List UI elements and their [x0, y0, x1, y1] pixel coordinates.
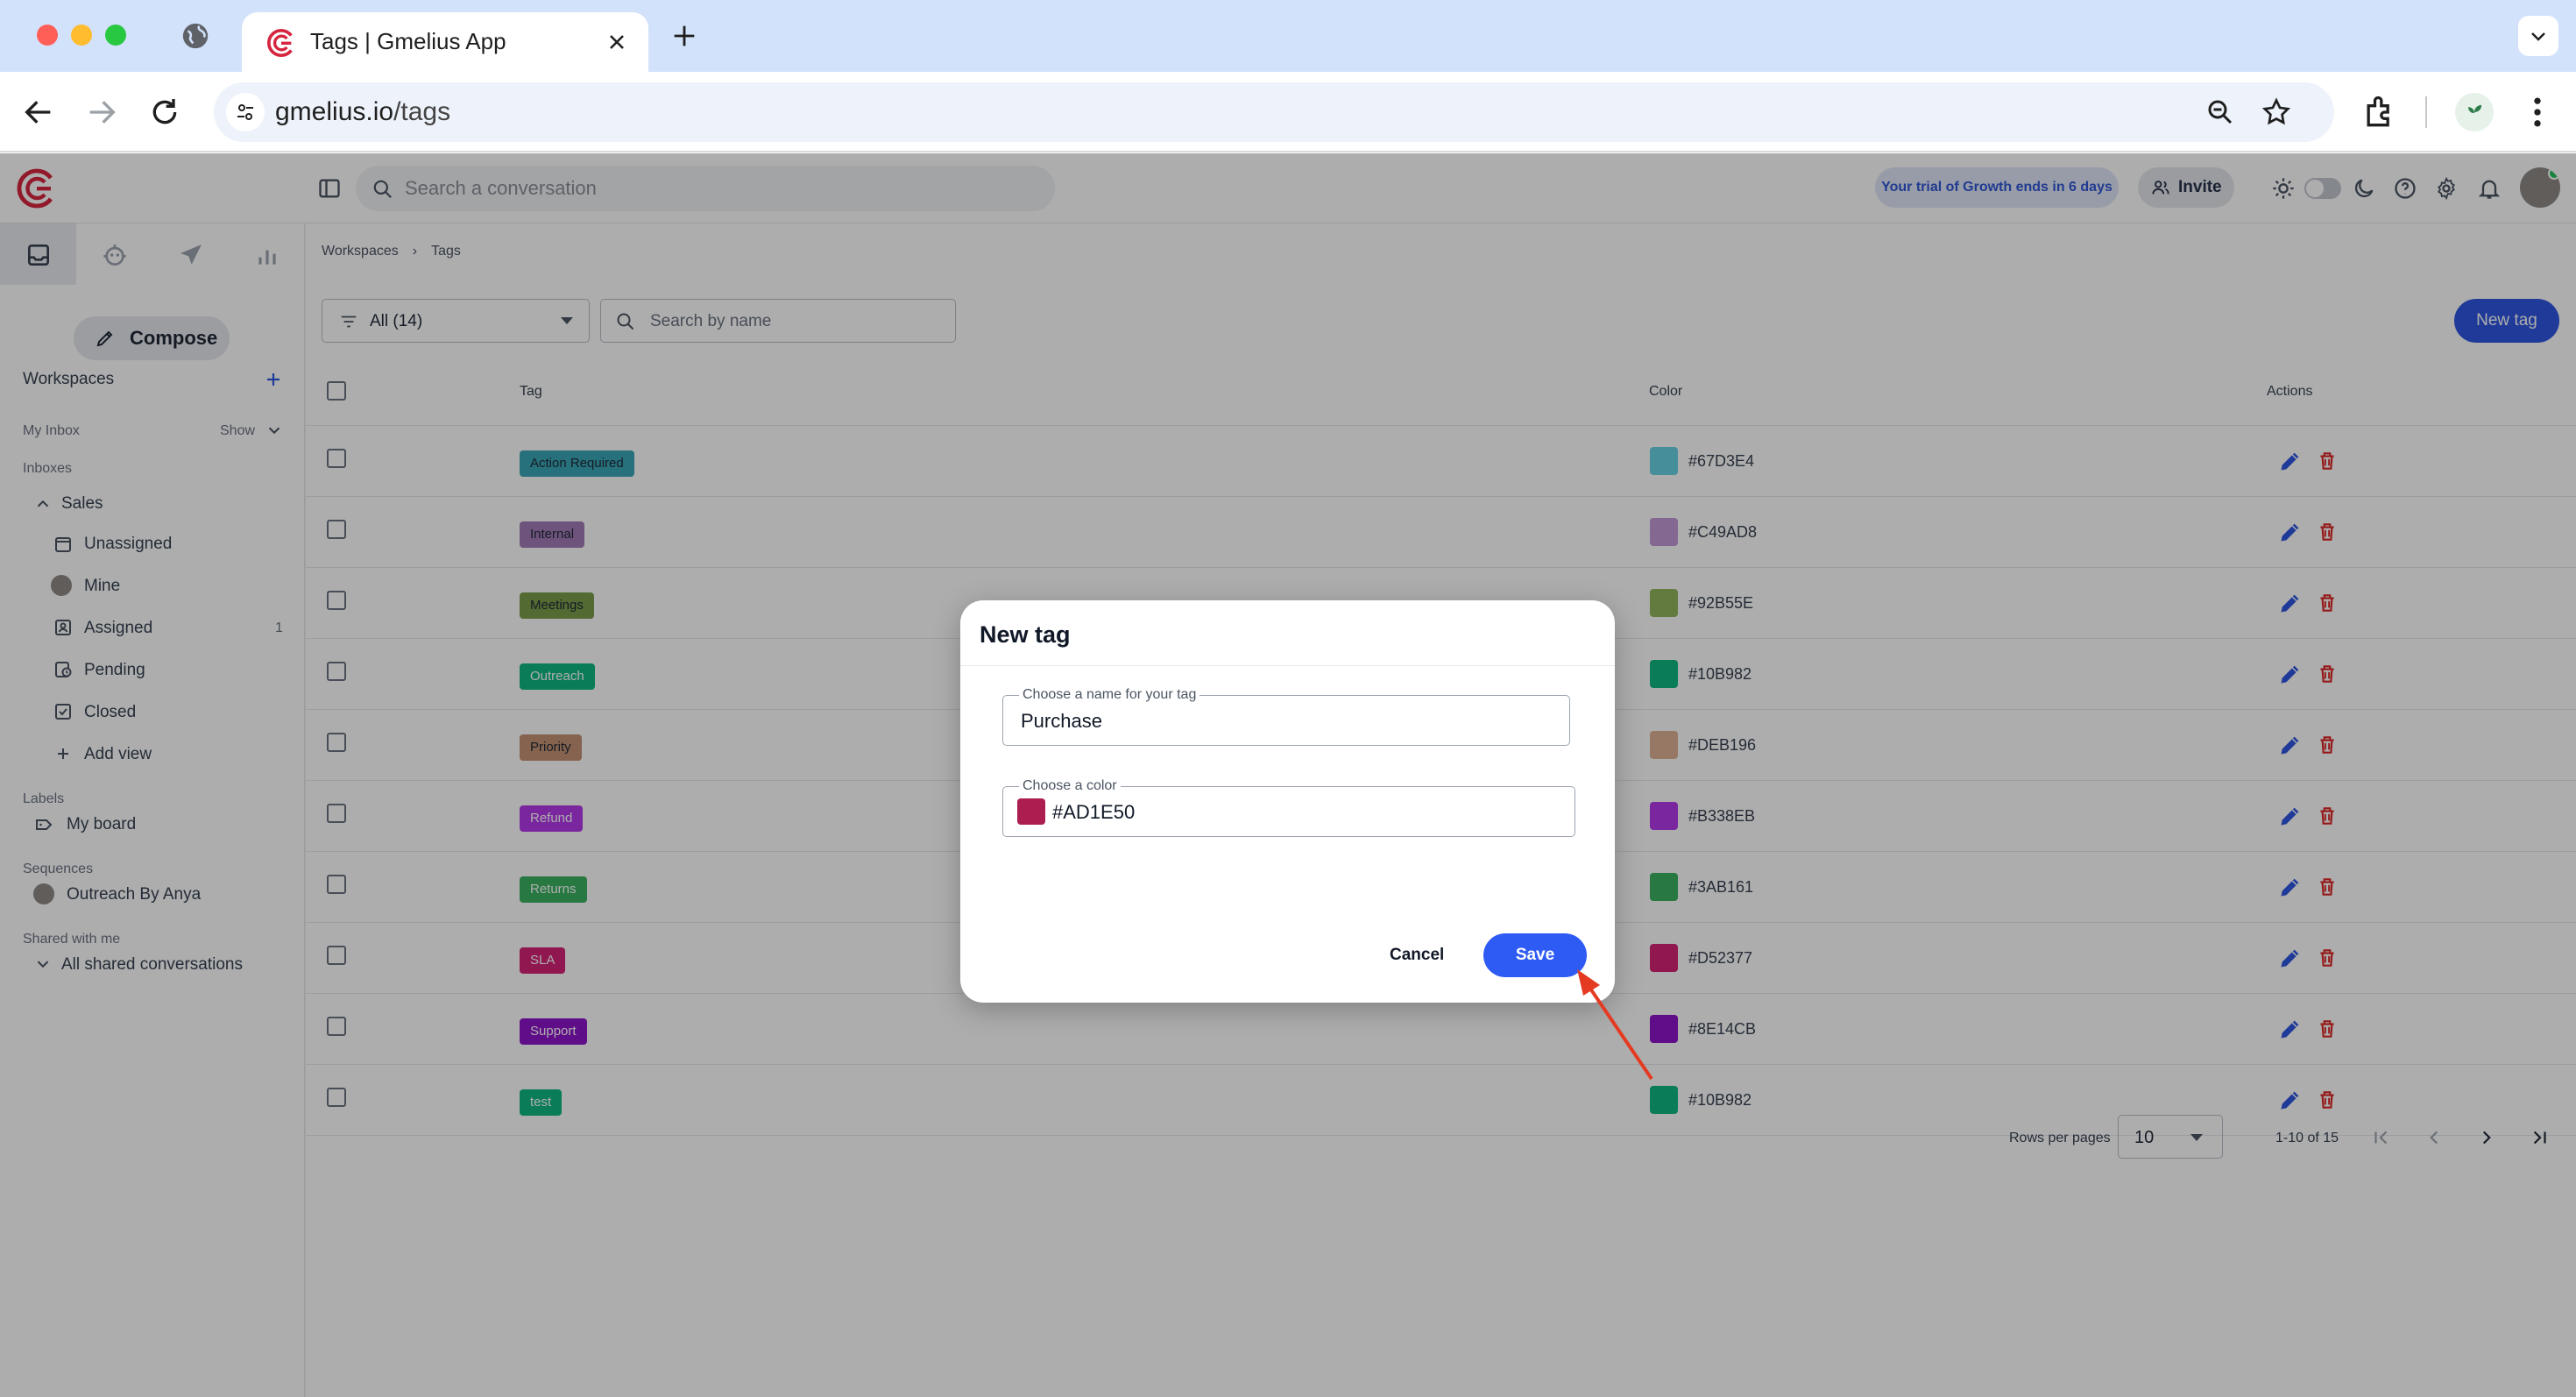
plant-icon [2468, 104, 2482, 122]
color-swatch[interactable] [1017, 798, 1045, 825]
url-text: gmelius.io/tags [275, 97, 451, 126]
tag-name-label: Choose a name for your tag [1019, 686, 1200, 704]
tag-color-value: #AD1E50 [1052, 801, 1136, 823]
back-arrow-icon[interactable] [21, 95, 56, 130]
close-icon[interactable] [605, 30, 629, 54]
zoom-icon[interactable] [2204, 96, 2236, 128]
save-button[interactable]: Save [1483, 933, 1587, 977]
cancel-button[interactable]: Cancel [1390, 944, 1444, 967]
new-tag-dialog: New tag Choose a name for your tag Purch… [960, 600, 1615, 1003]
kebab-menu-icon[interactable] [2518, 93, 2557, 131]
tag-name-field[interactable]: Choose a name for your tag Purchase [1002, 686, 1570, 746]
address-bar[interactable]: gmelius.io/tags [214, 82, 2334, 142]
tag-color-field[interactable]: Choose a color #AD1E50 [1002, 777, 1575, 837]
chevron-down-icon [2531, 32, 2545, 41]
globe-icon[interactable] [180, 21, 210, 51]
toolbar-separator [2425, 96, 2427, 128]
tab-title: Tags | Gmelius App [310, 28, 506, 54]
extensions-puzzle-icon[interactable] [2360, 93, 2399, 131]
dialog-title: New tag [980, 621, 1071, 648]
window-minimize-button[interactable] [71, 25, 92, 46]
window-close-button[interactable] [37, 25, 58, 46]
site-info-button[interactable] [226, 93, 265, 131]
dialog-divider [960, 665, 1615, 666]
new-tab-plus-icon[interactable] [669, 21, 699, 51]
forward-arrow-icon[interactable] [84, 95, 119, 130]
window-zoom-button[interactable] [105, 25, 126, 46]
tab-search-button[interactable] [2518, 16, 2558, 56]
browser-toolbar: gmelius.io/tags [0, 72, 2576, 152]
tune-icon [237, 104, 253, 120]
reload-icon[interactable] [147, 95, 182, 130]
browser-tab-active[interactable]: Tags | Gmelius App [242, 12, 648, 72]
tag-color-label: Choose a color [1019, 777, 1121, 795]
browser-tabstrip: Tags | Gmelius App [0, 0, 2576, 72]
tag-name-value: Purchase [1021, 710, 1102, 732]
bookmark-star-icon[interactable] [2261, 96, 2292, 128]
gmelius-logo-icon [267, 29, 293, 57]
profile-avatar[interactable] [2455, 93, 2494, 131]
